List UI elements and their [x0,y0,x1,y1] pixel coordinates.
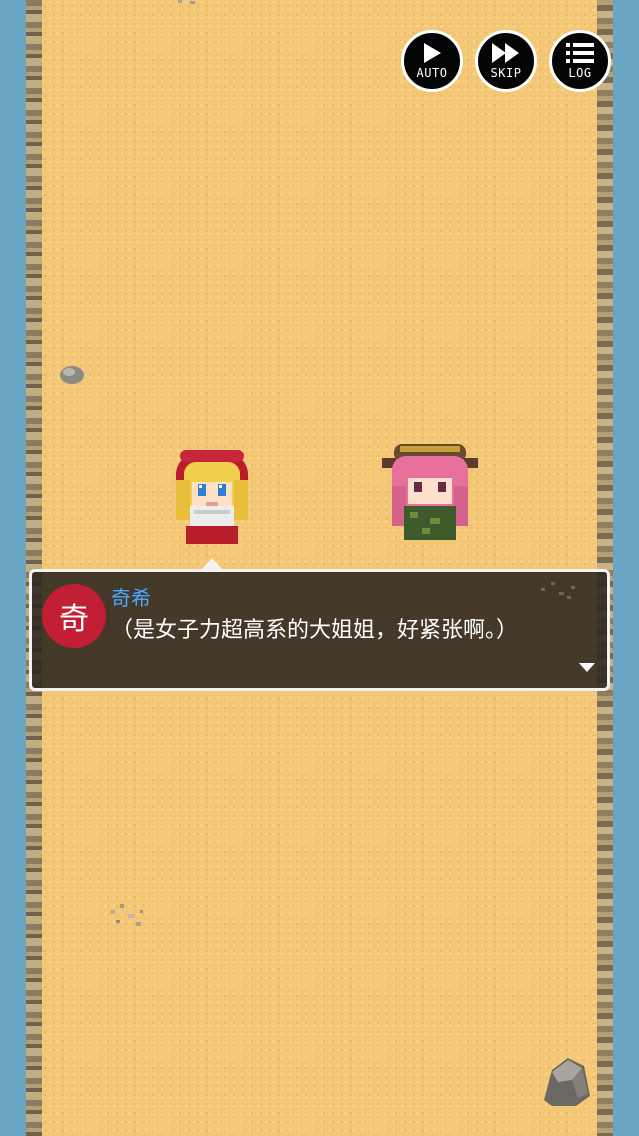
dust-decoration [541,582,575,599]
large-rock [544,1058,590,1106]
sand-path [40,0,599,1136]
dialog-text: （是女子力超高系的大姐姐，好紧张啊。） [111,618,519,643]
speaker-portrait: 奇 [42,584,106,648]
fast-forward-icon [492,43,519,63]
skip-label: SKIP [490,66,522,80]
blonde-girl-sprite [176,450,248,544]
auto-label: AUTO [416,66,448,80]
log-label: LOG [568,66,592,80]
water-right [611,0,639,1136]
pebbles-top [178,0,195,4]
shore-right [597,0,613,1136]
pink-hair-girl-sprite [382,444,478,540]
water-left [0,0,28,1136]
skip-button[interactable]: SKIP [475,30,537,92]
log-button[interactable]: LOG [549,30,611,92]
play-icon [424,43,441,63]
next-indicator-icon [579,663,595,672]
top-controls: AUTO SKIP LOG [401,30,611,92]
auto-button[interactable]: AUTO [401,30,463,92]
shore-left [26,0,42,1136]
list-icon [566,43,594,63]
dialog-box[interactable]: 奇 奇希 （是女子力超高系的大姐姐，好紧张啊。） [29,569,610,691]
pebbles [110,904,143,926]
speaker-name: 奇希 [111,586,151,610]
small-rock [60,366,84,384]
